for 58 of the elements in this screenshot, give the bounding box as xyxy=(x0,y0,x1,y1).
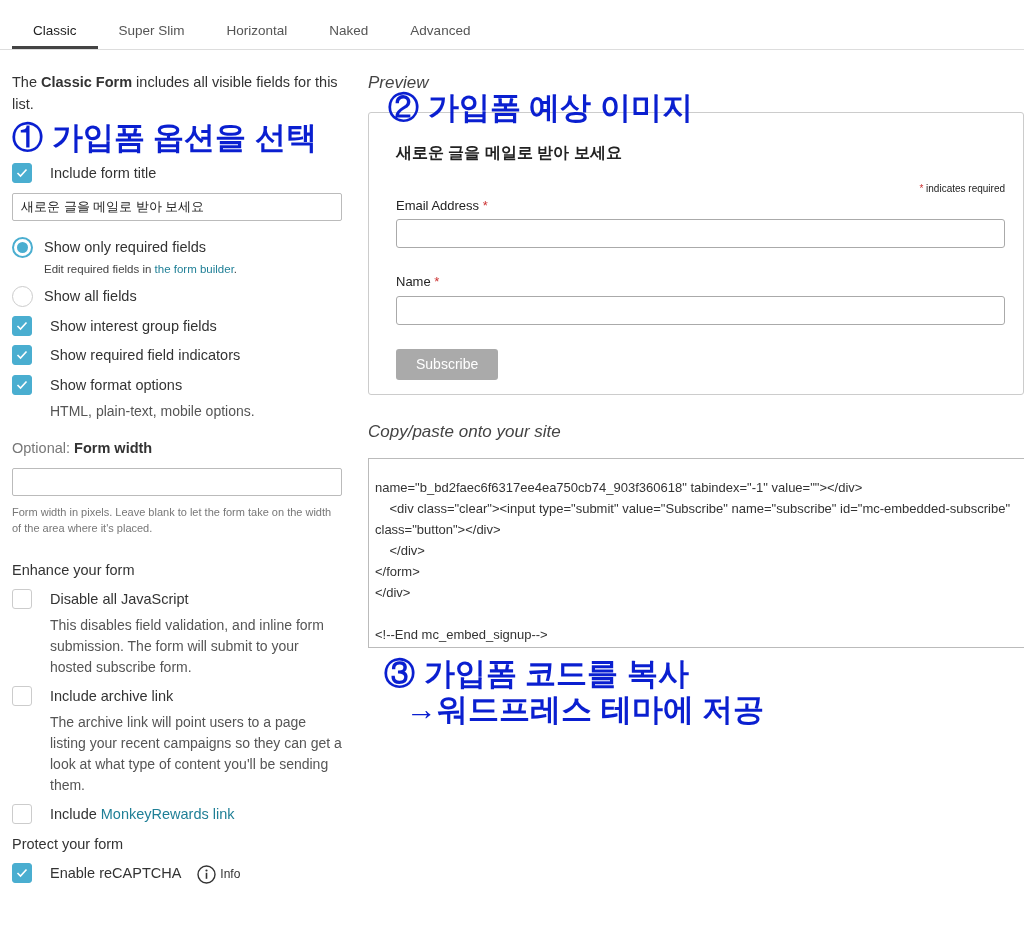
text-field[interactable] xyxy=(396,295,1005,325)
radio-label: Show all fields xyxy=(44,286,137,306)
checkbox-label: Show required field indicators xyxy=(50,346,241,366)
field-hint: Form width in pixels. Leave blank to let the form take on the width of the area where it's placed. xyxy=(12,504,333,536)
tab[interactable]: Advanced xyxy=(389,0,492,49)
checkbox-label: Show interest group fields xyxy=(50,316,217,336)
radio-button[interactable] xyxy=(12,236,33,258)
annotation-text: ③ 가입폼 코드를 복사 xyxy=(384,656,690,692)
checkbox[interactable] xyxy=(12,375,32,396)
checkbox[interactable] xyxy=(12,863,32,884)
rewards-link[interactable]: MonkeyRewards link xyxy=(100,803,235,826)
code-box[interactable]: name="b_bd2faec6f6317ee4ea750cb74_903f360618" tabindex="-1" value=""></div> <div class="clear"><input type="submit" value="Subscribe" name="subscribe" id="mc-embedded-subscribe" class="button"></div> </div> </form> </div> <!--End mc_embed_signup--> xyxy=(368,458,1024,648)
checkbox[interactable] xyxy=(12,163,32,184)
check-icon xyxy=(16,380,28,391)
checkbox[interactable] xyxy=(12,803,32,824)
checkbox-label: Include form title xyxy=(50,164,157,184)
text-field[interactable] xyxy=(396,219,1005,248)
checkbox[interactable] xyxy=(12,686,32,707)
field-label: Email Address * xyxy=(396,196,489,215)
width-field[interactable] xyxy=(12,467,342,496)
form-builder-link[interactable]: the form builder xyxy=(154,262,234,275)
field-label: Optional: Form width xyxy=(12,438,154,458)
tab[interactable]: Horizontal xyxy=(205,0,309,49)
checkbox-label: Include archive link xyxy=(50,687,175,707)
radio-note: Edit required fields in the form builder. xyxy=(44,261,238,277)
field-label: Name * xyxy=(396,273,441,291)
section-heading: Enhance your form xyxy=(12,560,136,580)
code-heading: Copy/paste onto your site xyxy=(368,420,562,443)
preview-heading: Preview xyxy=(368,72,431,92)
tab[interactable]: Naked xyxy=(308,0,390,49)
required-note: * indicates required xyxy=(918,181,1005,196)
radio-button[interactable] xyxy=(12,285,33,307)
info-link[interactable]: Info xyxy=(197,864,241,884)
radio-label: Show only required fields xyxy=(44,237,207,257)
option-description: This disables field validation, and inline form submission. The form will submit to your hosted subscribe form. xyxy=(50,616,325,678)
checkbox-label: Disable all JavaScript xyxy=(50,590,190,610)
checkbox-label: Show format options xyxy=(50,376,184,396)
checkbox-label: Include xyxy=(50,804,97,824)
checkbox[interactable] xyxy=(12,345,32,366)
section-heading: Protect your form xyxy=(12,834,125,854)
annotation-text: ② 가입폼 예상 이미지 xyxy=(388,90,693,126)
checkbox[interactable] xyxy=(12,589,32,610)
check-icon xyxy=(16,868,28,879)
checkbox[interactable] xyxy=(12,315,32,336)
option-description: The archive link will point users to a page listing your recent campaigns so they can get a look at what type of content you'll be sending them. xyxy=(50,712,342,795)
annotation-text: ① 가입폼 옵션을 선택 xyxy=(12,119,318,156)
title-field[interactable]: 새로운 글을 메일로 받아 보세요 xyxy=(12,192,342,221)
preview-title: 새로운 글을 메일로 받아 보세요 xyxy=(396,142,623,163)
checkbox-label: Enable reCAPTCHA xyxy=(50,864,182,884)
check-icon xyxy=(16,350,28,361)
check-icon xyxy=(16,320,28,331)
info-icon xyxy=(197,864,217,884)
intro-text: The Classic Form includes all visible fields for this list. xyxy=(12,73,339,114)
tab[interactable]: Classic xyxy=(12,0,98,49)
annotation-text: →워드프레스 테마에 저공 xyxy=(406,691,766,728)
tab[interactable]: Super Slim xyxy=(97,0,206,49)
option-description: HTML, plain-text, mobile options. xyxy=(50,401,255,421)
check-icon xyxy=(16,168,28,179)
